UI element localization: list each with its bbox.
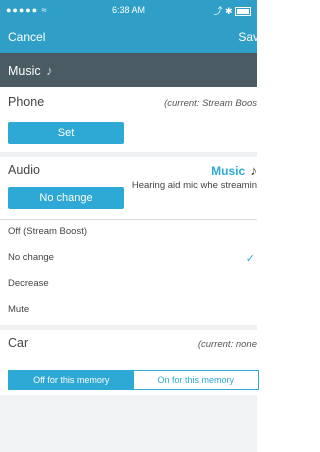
option-label: Off (Stream Boost) xyxy=(8,226,88,237)
checkmark-icon: ✓ xyxy=(245,253,255,265)
phone-current: (current: Stream Boos xyxy=(164,98,257,109)
no-change-button[interactable]: No change xyxy=(8,187,124,209)
hearing-aid-note: Hearing aid mic whe streamin xyxy=(131,180,257,191)
nav-bar: Cancel Sav xyxy=(0,20,259,53)
option-no-change[interactable]: No change ✓ xyxy=(0,252,257,272)
save-button[interactable]: Sav xyxy=(238,30,259,44)
section-header: Music ♪ xyxy=(0,53,257,87)
divider xyxy=(0,219,257,220)
section-title: Music xyxy=(8,64,41,78)
status-bar: ●●●●● ≈ 6:38 AM ⤴ ✱ xyxy=(0,0,257,20)
audio-value-text: Music xyxy=(211,164,246,178)
option-label: No change xyxy=(8,252,54,263)
phone-label: Phone xyxy=(8,95,45,109)
set-button[interactable]: Set xyxy=(8,122,124,144)
segment-on-for-memory[interactable]: On for this memory xyxy=(133,371,258,389)
audio-value: Music ♪ xyxy=(211,163,257,178)
option-label: Mute xyxy=(8,304,30,315)
battery-icon xyxy=(235,7,251,17)
music-note-icon: ♪ xyxy=(250,163,258,178)
option-decrease[interactable]: Decrease xyxy=(0,278,257,298)
option-off-stream-boost[interactable]: Off (Stream Boost) xyxy=(0,226,257,246)
car-label: Car xyxy=(8,336,29,350)
footer-area xyxy=(0,395,257,452)
car-memory-segmented-control: Off for this memory On for this memory xyxy=(8,370,259,390)
status-right-glyphs: ⤴ ✱ xyxy=(213,6,233,16)
audio-label: Audio xyxy=(8,163,40,177)
option-label: Decrease xyxy=(8,278,49,289)
section-divider xyxy=(0,152,257,157)
option-mute[interactable]: Mute xyxy=(0,304,257,324)
segment-off-for-memory[interactable]: Off for this memory xyxy=(9,371,134,389)
car-current: (current: none xyxy=(197,339,257,350)
music-note-icon: ♪ xyxy=(46,63,53,78)
cancel-button[interactable]: Cancel xyxy=(8,30,45,44)
status-icons: ⤴ ✱ xyxy=(213,4,251,17)
section-divider xyxy=(0,325,257,330)
